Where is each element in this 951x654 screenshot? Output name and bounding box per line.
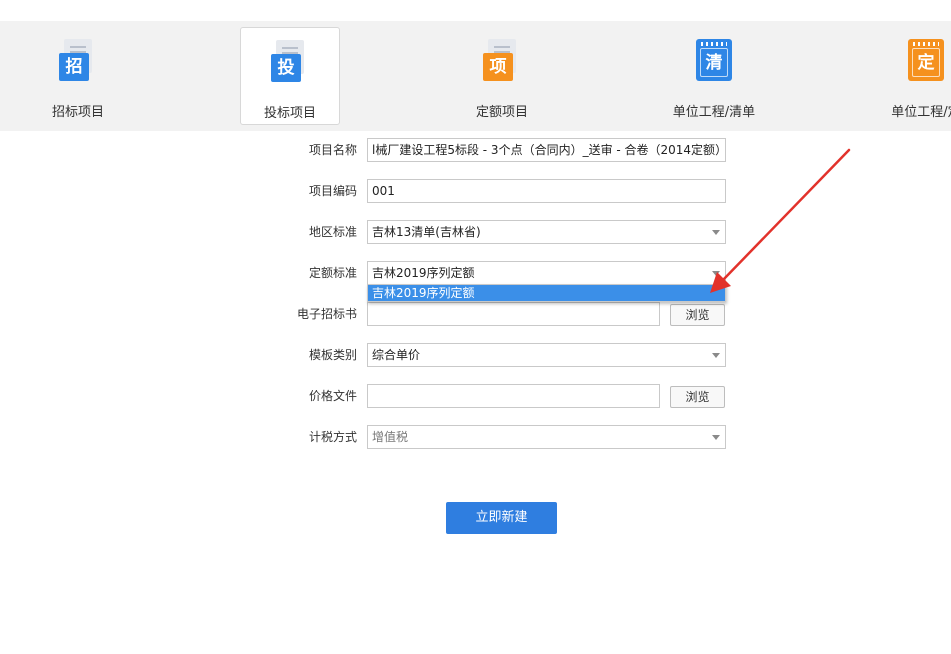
chevron-down-icon — [712, 230, 720, 235]
row-project-code: 项目编码 001 — [0, 179, 951, 203]
quota-standard-label: 定额标准 — [308, 266, 357, 280]
bill-notepad-icon: 清 — [694, 39, 734, 83]
new-project-page: 招 招标项目 投 投标项目 项 定额项目 清 单位工程/清单 定 单位工程/ 项… — [0, 0, 951, 654]
tab-tender-project[interactable]: 招 招标项目 — [28, 27, 128, 125]
tab-label: 单位工程/清单 — [672, 105, 756, 120]
project-name-label: 项目名称 — [308, 143, 357, 157]
template-type-select[interactable]: 综合单价 — [367, 343, 726, 367]
project-code-label: 项目编码 — [308, 184, 357, 198]
create-now-button[interactable]: 立即新建 — [446, 502, 557, 534]
tax-method-value: 增值税 — [372, 430, 409, 444]
e-tender-browse-button[interactable]: 浏览 — [670, 304, 725, 326]
chevron-down-icon — [712, 435, 720, 440]
e-tender-input[interactable] — [367, 302, 660, 326]
template-type-value: 综合单价 — [372, 348, 421, 362]
region-standard-value: 吉林13清单(吉林省) — [372, 225, 481, 239]
quota-standard-value: 吉林2019序列定额 — [372, 266, 475, 280]
price-file-label: 价格文件 — [308, 389, 357, 403]
project-type-tabs: 招 招标项目 投 投标项目 项 定额项目 清 单位工程/清单 定 单位工程/ — [0, 21, 951, 131]
row-quota-standard: 定额标准 吉林2019序列定额 — [0, 261, 951, 285]
tender-doc-icon: 招 — [58, 39, 98, 83]
price-file-input[interactable] — [367, 384, 660, 408]
tab-unit-quota[interactable]: 定 单位工程/定 — [876, 27, 951, 125]
tab-quota-project[interactable]: 项 定额项目 — [452, 27, 552, 125]
e-tender-label: 电子招标书 — [296, 307, 357, 321]
row-tax-method: 计税方式 增值税 — [0, 425, 951, 449]
dropdown-option[interactable]: 吉林2019序列定额 — [368, 285, 725, 301]
region-standard-select[interactable]: 吉林13清单(吉林省) — [367, 220, 726, 244]
row-region-standard: 地区标准 吉林13清单(吉林省) — [0, 220, 951, 244]
quota-standard-dropdown: 吉林2019序列定额 — [367, 284, 726, 302]
region-standard-label: 地区标准 — [308, 225, 357, 239]
tab-label: 定额项目 — [475, 105, 528, 120]
bid-doc-icon: 投 — [270, 40, 310, 84]
tab-label: 投标项目 — [263, 106, 316, 121]
tab-unit-bill[interactable]: 清 单位工程/清单 — [664, 27, 764, 125]
row-project-name: 项目名称 l械厂建设工程5标段 - 3个点（合同内）_送审 - 合卷（2014定… — [0, 138, 951, 162]
price-file-browse-button[interactable]: 浏览 — [670, 386, 725, 408]
quota-doc-icon: 项 — [482, 39, 522, 83]
chevron-down-icon — [712, 353, 720, 358]
tab-label: 招标项目 — [51, 105, 104, 120]
project-code-input[interactable]: 001 — [367, 179, 726, 203]
row-e-tender: 电子招标书 浏览 — [0, 302, 951, 326]
template-type-label: 模板类别 — [308, 348, 357, 362]
tab-label: 单位工程/定 — [891, 105, 951, 120]
row-price-file: 价格文件 浏览 — [0, 384, 951, 408]
tab-bid-project[interactable]: 投 投标项目 — [240, 27, 340, 125]
chevron-down-icon — [712, 271, 720, 276]
tax-method-select[interactable]: 增值税 — [367, 425, 726, 449]
quota-notepad-icon: 定 — [906, 39, 946, 83]
row-template-type: 模板类别 综合单价 — [0, 343, 951, 367]
project-name-input[interactable]: l械厂建设工程5标段 - 3个点（合同内）_送审 - 合卷（2014定额） — [367, 138, 726, 162]
quota-standard-select[interactable]: 吉林2019序列定额 — [367, 261, 726, 285]
tax-method-label: 计税方式 — [308, 430, 357, 444]
